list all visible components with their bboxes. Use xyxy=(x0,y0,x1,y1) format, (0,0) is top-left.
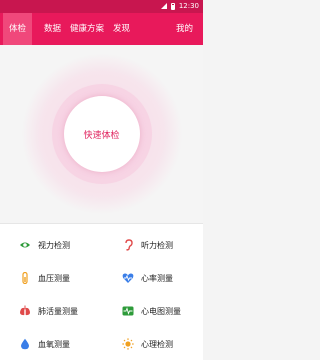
ecg-label: 心电图测量 xyxy=(141,306,181,316)
tab-profile[interactable]: 我的 xyxy=(176,13,193,45)
status-time: 12:30 xyxy=(178,2,199,10)
thermometer-icon xyxy=(19,272,31,284)
ear-icon xyxy=(122,239,134,251)
heart-rate-item[interactable]: 心率测量 xyxy=(101,261,202,295)
blood-drop-icon xyxy=(19,338,31,350)
heart-rate-label: 心率测量 xyxy=(141,273,173,283)
top-nav: 体检 数据 健康方案 发现 我的 xyxy=(0,13,203,45)
vision-test-item[interactable]: 视力检测 xyxy=(0,228,101,262)
ecg-item[interactable]: 心电图测量 xyxy=(101,294,202,328)
lung-capacity-item[interactable]: 肺活量测量 xyxy=(0,294,101,328)
tab-health-plan[interactable]: 健康方案 xyxy=(70,13,104,45)
psych-test-label: 心理检测 xyxy=(141,339,173,349)
battery-icon xyxy=(170,2,175,10)
tab-shuju[interactable]: 数据 xyxy=(44,13,61,45)
tab-discover[interactable]: 发现 xyxy=(113,13,130,45)
vision-test-label: 视力检测 xyxy=(38,240,70,250)
blood-pressure-item[interactable]: 血压测量 xyxy=(0,261,101,295)
blood-oxygen-label: 血氧测量 xyxy=(38,339,70,349)
hearing-test-item[interactable]: 听力检测 xyxy=(101,228,202,262)
hearing-test-label: 听力检测 xyxy=(141,240,173,250)
ecg-icon xyxy=(122,305,134,317)
test-grid: 视力检测 听力检测 血压测量 心率测量 肺活量测量 心电图测量 血氧测量 心理检… xyxy=(0,223,203,360)
status-bar: 12:30 xyxy=(0,0,203,13)
blood-pressure-label: 血压测量 xyxy=(38,273,70,283)
sun-icon xyxy=(122,338,134,350)
psych-test-item[interactable]: 心理检测 xyxy=(101,327,202,360)
quick-check-label: 快速体检 xyxy=(83,130,120,141)
eye-icon xyxy=(19,239,31,251)
blood-oxygen-item[interactable]: 血氧测量 xyxy=(0,327,101,360)
signal-icon xyxy=(160,3,167,9)
lungs-icon xyxy=(19,305,31,317)
quick-check-area: 快速体检 xyxy=(0,45,203,223)
tab-tijian[interactable]: 体检 xyxy=(3,13,33,45)
heart-rate-icon xyxy=(122,272,134,284)
quick-check-button[interactable]: 快速体检 xyxy=(63,96,140,172)
lung-capacity-label: 肺活量测量 xyxy=(38,306,78,316)
